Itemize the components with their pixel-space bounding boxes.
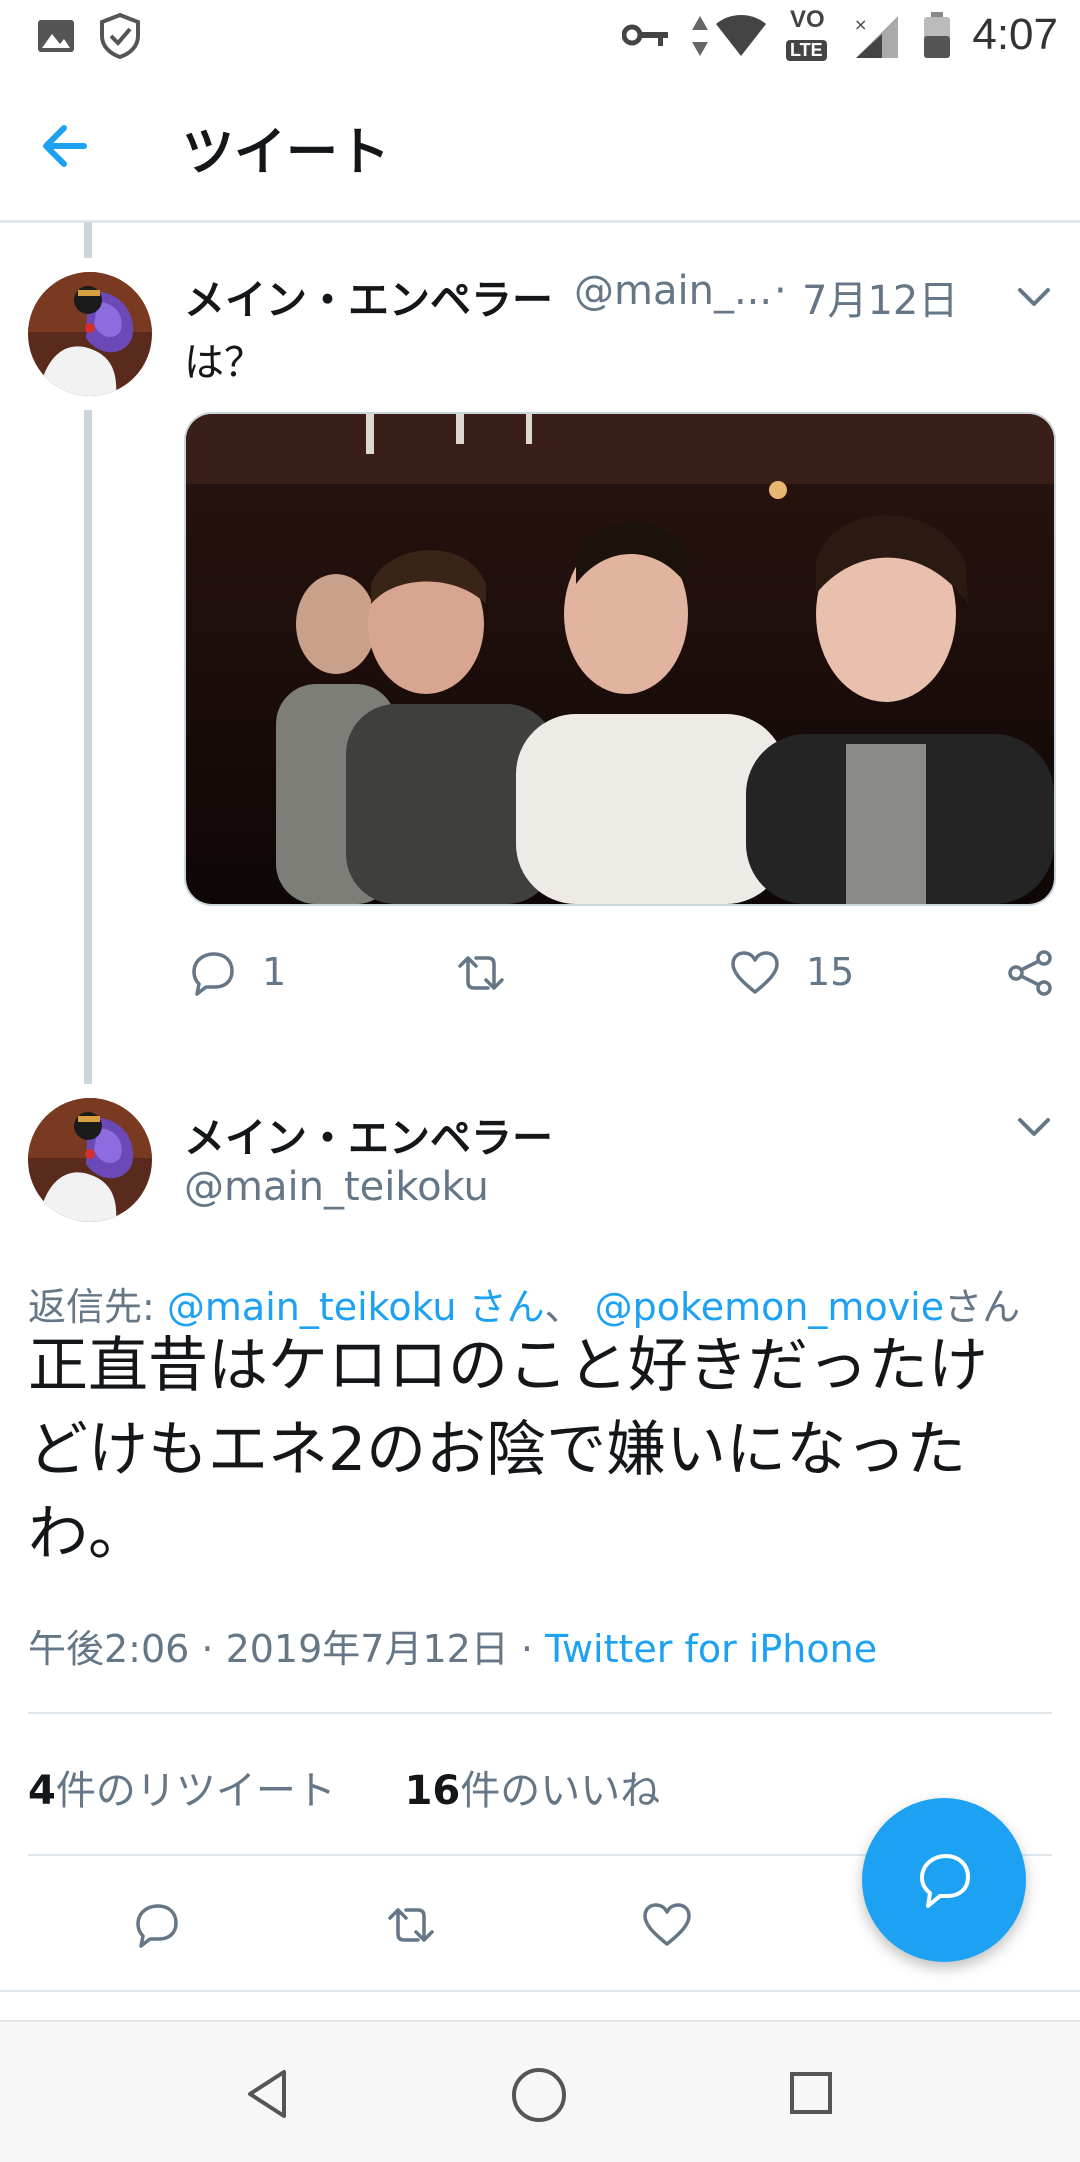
tweet-timestamp: 午後2:06 · 2019年7月12日 · xyxy=(28,1627,546,1671)
nav-back-icon[interactable] xyxy=(244,2068,292,2120)
image-icon xyxy=(38,20,74,52)
retweet-stat-count: 4 xyxy=(28,1768,56,1814)
signal-icon: × xyxy=(854,15,898,58)
tweet-body-text: 正直昔はケロロのこと好きだったけどけもエネ2のお陰で嫌いになったわ。 xyxy=(28,1331,988,1569)
reply-icon[interactable] xyxy=(184,946,238,1000)
separator-dot: · xyxy=(774,268,787,314)
wifi-icon xyxy=(716,15,766,56)
system-nav-bar xyxy=(0,2020,1080,2162)
back-arrow-icon[interactable] xyxy=(38,120,98,172)
avatar[interactable] xyxy=(28,272,152,396)
author-name[interactable]: メイン・エンペラー xyxy=(184,266,553,326)
lte-label: LTE xyxy=(786,40,827,61)
tweet-actions: 1 15 xyxy=(184,944,1064,1004)
reply-count: 1 xyxy=(262,950,287,994)
like-stat-count: 16 xyxy=(404,1768,461,1814)
reply-to-separator: 、 xyxy=(544,1285,595,1329)
author-handle[interactable]: @main_... xyxy=(574,268,772,314)
chevron-down-icon[interactable] xyxy=(1014,282,1054,310)
nav-recents-icon[interactable] xyxy=(788,2070,834,2116)
status-time: 4:07 xyxy=(972,10,1058,59)
reply-to-suffix: さん xyxy=(944,1285,1021,1329)
volte-label: VO xyxy=(790,6,825,33)
tweet-text: は？ xyxy=(184,340,264,386)
like-icon[interactable] xyxy=(728,946,782,1000)
avatar[interactable] xyxy=(28,1098,152,1222)
divider xyxy=(28,1712,1052,1714)
volte-icon: VO LTE xyxy=(786,6,838,66)
tweet-media-image[interactable] xyxy=(184,412,1056,906)
app-header: ツイート xyxy=(0,72,1080,223)
reply-icon[interactable] xyxy=(128,1898,182,1952)
retweet-stat-label: 件のリツイート xyxy=(55,1768,336,1814)
like-icon[interactable] xyxy=(640,1898,694,1952)
author-handle[interactable]: @main_teikoku xyxy=(184,1164,489,1210)
svg-text:×: × xyxy=(854,15,867,34)
tweet-meta: 午後2:06 · 2019年7月12日 · Twitter for iPhone xyxy=(28,1618,877,1673)
nav-home-icon[interactable] xyxy=(510,2066,568,2124)
author-name[interactable]: メイン・エンペラー xyxy=(184,1104,553,1164)
reply-to-prefix: 返信先: xyxy=(28,1285,167,1329)
like-stat[interactable]: 16件のいいね xyxy=(405,1768,661,1814)
like-count: 15 xyxy=(806,950,855,994)
compose-reply-button[interactable] xyxy=(862,1798,1026,1962)
share-icon[interactable] xyxy=(1004,946,1058,1000)
retweet-icon[interactable] xyxy=(454,946,508,1000)
chevron-down-icon[interactable] xyxy=(1014,1112,1054,1140)
status-bar: VO LTE × 4:07 xyxy=(0,0,1080,72)
divider xyxy=(0,1990,1080,1992)
tweet-source-link[interactable]: Twitter for iPhone xyxy=(545,1627,877,1671)
reply-to-line: 返信先: @main_teikoku さん、 @pokemon_movieさん xyxy=(28,1276,1020,1331)
page-title: ツイート xyxy=(182,123,391,183)
retweet-stat[interactable]: 4件のリツイート xyxy=(28,1768,336,1814)
reply-bubble-icon xyxy=(920,1854,970,1908)
key-icon xyxy=(622,24,668,46)
battery-icon xyxy=(924,12,950,58)
tweet-stats: 4件のリツイート 16件のいいね xyxy=(28,1758,660,1816)
tweet-date[interactable]: 7月12日 xyxy=(802,268,958,326)
like-stat-label: 件のいいね xyxy=(460,1768,661,1814)
reply-to-user-link[interactable]: @main_teikoku さん xyxy=(167,1285,545,1329)
reply-to-user-link[interactable]: @pokemon_movie xyxy=(595,1285,944,1329)
data-arrows-icon xyxy=(692,16,708,56)
retweet-icon[interactable] xyxy=(384,1898,438,1952)
shield-check-icon xyxy=(100,12,140,60)
